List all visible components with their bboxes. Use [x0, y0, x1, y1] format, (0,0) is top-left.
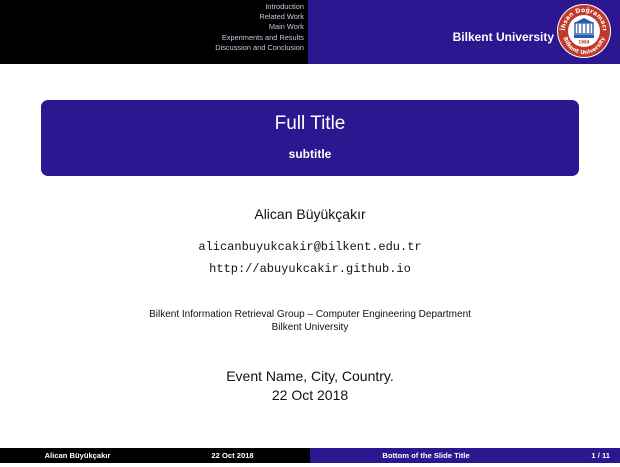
author-website-link[interactable]: http://abuyukcakir.github.io [0, 262, 620, 276]
section-navigation: Introduction Related Work Main Work Expe… [215, 2, 304, 53]
university-name: Bilkent University [452, 30, 554, 44]
event-name: Event Name, City, Country. [226, 368, 394, 384]
page-number-text: 1 / 11 [591, 451, 610, 460]
footer-author: Alican Büyükçakır [0, 448, 155, 463]
seal-year: 1984 [578, 40, 589, 45]
nav-item-related-work[interactable]: Related Work [215, 12, 304, 22]
university-seal-logo: İhsan Doğramacı Bilkent University 1984 [557, 4, 611, 58]
institute-university: Bilkent University [271, 322, 349, 333]
header-navigation-panel: Introduction Related Work Main Work Expe… [0, 0, 308, 64]
slide-footer: Alican Büyükçakır 22 Oct 2018 Bottom of … [0, 448, 620, 463]
footer-date: 22 Oct 2018 [155, 448, 310, 463]
slide: Introduction Related Work Main Work Expe… [0, 0, 620, 467]
institute-group: Bilkent Information Retrieval Group – Co… [149, 309, 471, 320]
bottom-margin [0, 463, 620, 467]
author-email[interactable]: alicanbuyukcakir@bilkent.edu.tr [0, 240, 620, 254]
footer-page-number: 1 / 11 [542, 448, 620, 463]
nav-item-experiments[interactable]: Experiments and Results [215, 33, 304, 43]
footer-short-title: Bottom of the Slide Title [310, 448, 542, 463]
event-date: 22 Oct 2018 [271, 387, 349, 403]
nav-item-main-work[interactable]: Main Work [215, 22, 304, 32]
title-block: Full Title subtitle [41, 100, 579, 176]
nav-item-introduction[interactable]: Introduction [215, 2, 304, 12]
nav-item-discussion[interactable]: Discussion and Conclusion [215, 43, 304, 53]
slide-header: Introduction Related Work Main Work Expe… [0, 0, 620, 64]
author-name: Alican Büyükçakır [254, 206, 366, 222]
slide-subtitle: subtitle [288, 147, 332, 161]
slide-title: Full Title [274, 113, 346, 134]
